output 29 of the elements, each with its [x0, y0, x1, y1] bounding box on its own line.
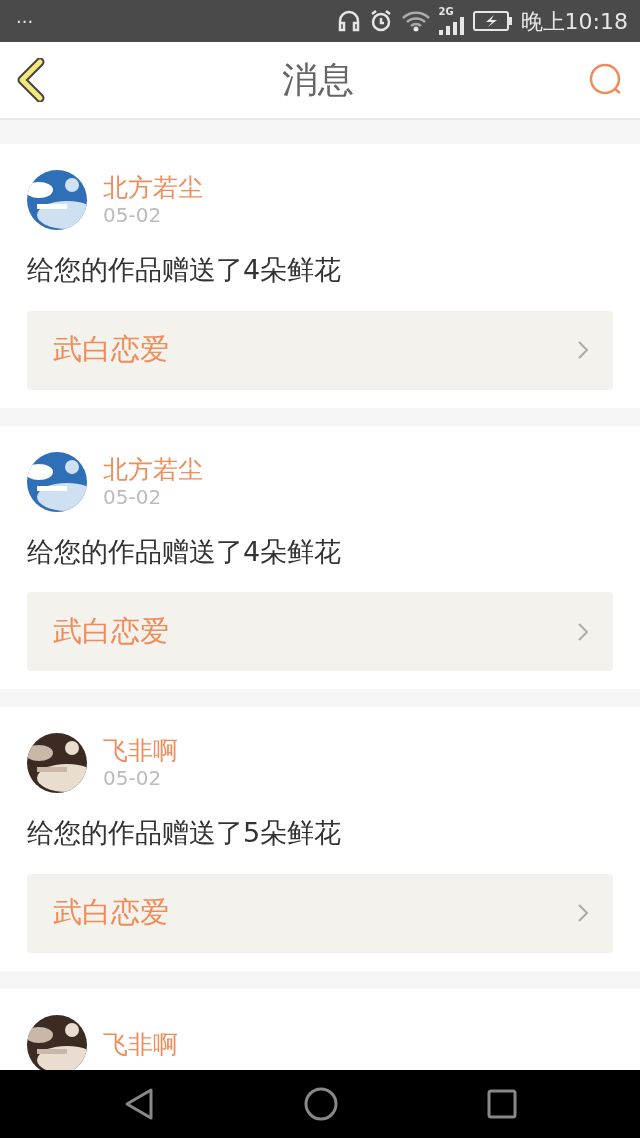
recent-apps-icon[interactable]	[487, 1089, 518, 1119]
message-text: 给您的作品赠送了4朵鲜花	[27, 253, 343, 287]
work-title: 武白恋爱	[53, 894, 169, 932]
user-name[interactable]: 北方若尘	[103, 454, 203, 485]
message-date: 05-02	[103, 203, 163, 227]
chevron-right-icon	[577, 621, 589, 642]
battery-charging-icon	[472, 11, 513, 31]
work-title: 武白恋爱	[53, 612, 169, 650]
user-name[interactable]: 飞非啊	[103, 1029, 178, 1060]
notification-dots: ···	[16, 9, 34, 34]
message-text: 给您的作品赠送了4朵鲜花	[27, 534, 343, 569]
message-text: 给您的作品赠送了5朵鲜花	[27, 816, 343, 850]
headphones-icon	[336, 10, 361, 32]
message-date: 05-02	[103, 766, 163, 790]
chevron-right-icon	[577, 903, 589, 923]
work-link[interactable]: 武白恋爱	[27, 873, 613, 953]
network-type: 2G	[438, 7, 454, 17]
home-icon[interactable]	[304, 1087, 338, 1121]
user-name[interactable]: 飞非啊	[103, 736, 178, 766]
work-title: 武白恋爱	[53, 331, 169, 369]
work-link[interactable]: 武白恋爱	[27, 592, 613, 671]
clock-time: 晚上10:18	[520, 7, 628, 36]
signal-icon	[438, 17, 465, 35]
user-name[interactable]: 北方若尘	[103, 173, 203, 203]
message-date: 05-02	[103, 484, 163, 509]
work-link[interactable]: 武白恋爱	[27, 310, 613, 390]
wifi-icon	[400, 10, 431, 32]
chevron-right-icon	[577, 340, 589, 360]
page-title: 消息	[282, 58, 354, 102]
